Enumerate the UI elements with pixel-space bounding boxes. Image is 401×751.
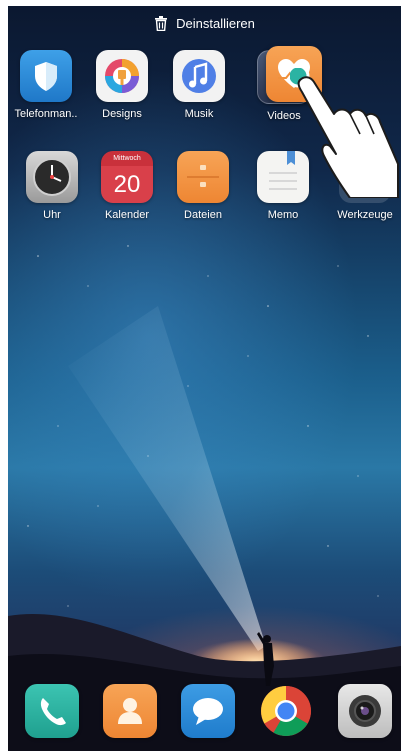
camera-icon xyxy=(338,684,392,738)
uninstall-drop-zone[interactable]: Deinstallieren xyxy=(8,16,401,31)
chrome-icon xyxy=(259,684,313,738)
calendar-weekday: Mittwoch xyxy=(101,151,153,166)
app-dateien[interactable]: Dateien xyxy=(164,151,242,221)
messages-icon xyxy=(181,684,235,738)
phone-icon xyxy=(25,684,79,738)
app-label: Musik xyxy=(184,108,214,120)
app-label: Designs xyxy=(102,108,142,120)
drag-hand-icon xyxy=(290,68,399,198)
dock-chrome[interactable] xyxy=(247,684,325,738)
app-designs[interactable]: Designs xyxy=(83,50,161,120)
calendar-icon: Mittwoch 20 xyxy=(101,151,153,203)
dock-contacts[interactable] xyxy=(91,684,169,738)
app-uhr[interactable]: Uhr xyxy=(13,151,91,221)
app-label: Telefonman.. xyxy=(14,108,78,120)
dock-camera[interactable] xyxy=(326,684,401,738)
dock-messages[interactable] xyxy=(169,684,247,738)
clock-icon xyxy=(26,151,78,203)
shield-icon xyxy=(20,50,72,102)
app-label: Werkzeuge xyxy=(337,209,393,221)
paintbrush-icon xyxy=(96,50,148,102)
app-label: Kalender xyxy=(104,209,150,221)
app-label: Uhr xyxy=(43,209,61,221)
app-telefonmanager[interactable]: Telefonman.. xyxy=(8,50,85,120)
contacts-icon xyxy=(103,684,157,738)
music-note-icon xyxy=(173,50,225,102)
app-label: Memo xyxy=(267,209,299,221)
app-label: Dateien xyxy=(184,209,222,221)
dock-phone[interactable] xyxy=(13,684,91,738)
home-screen: Deinstallieren Telefonman.. Designs Musi… xyxy=(8,6,401,751)
calendar-day: 20 xyxy=(101,166,153,203)
app-kalender[interactable]: Mittwoch 20 Kalender xyxy=(88,151,166,221)
trash-icon xyxy=(155,16,168,31)
folder-icon xyxy=(177,151,229,203)
app-musik[interactable]: Musik xyxy=(160,50,238,120)
uninstall-label: Deinstallieren xyxy=(176,16,255,31)
